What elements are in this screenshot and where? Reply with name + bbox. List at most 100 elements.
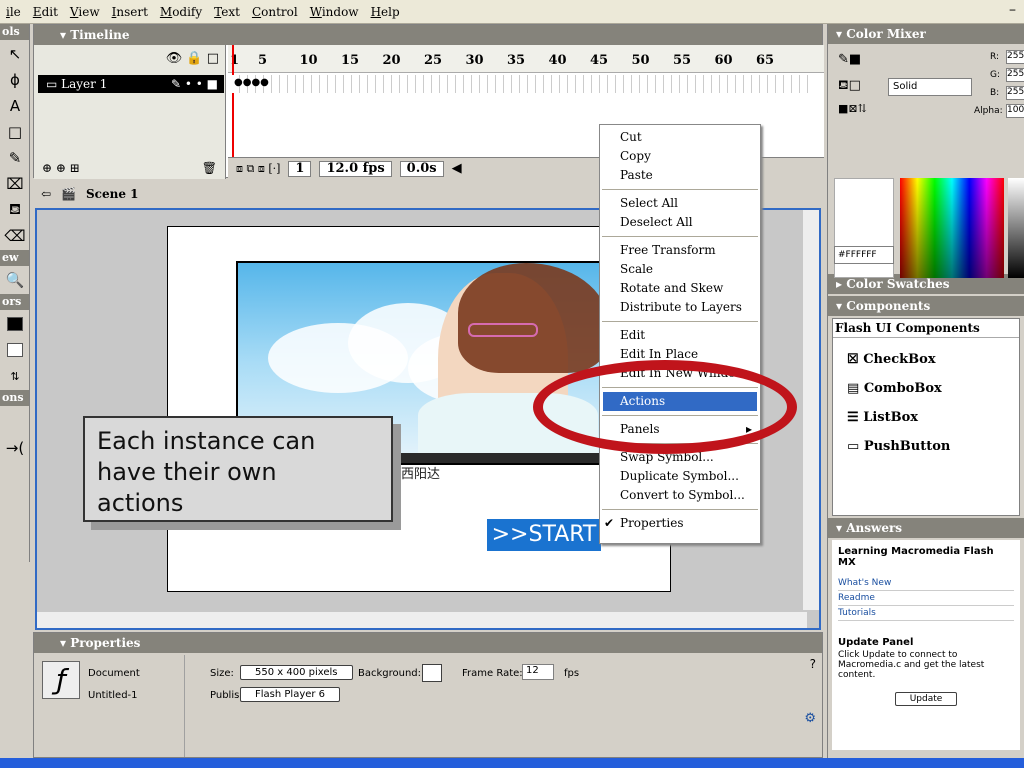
green-value[interactable]: 255 — [1006, 68, 1024, 82]
tools-panel: ols ↖ ϕ A □ ✎ ⌧ ⛾ ⌫ ew 🔍 ors ⇅ ons →( — [0, 24, 30, 562]
context-menu-item-deselect-all[interactable]: Deselect All — [600, 213, 760, 232]
start-button-instance[interactable]: >>START — [487, 519, 601, 551]
context-menu-item-duplicate-symbol[interactable]: Duplicate Symbol... — [600, 467, 760, 486]
components-header[interactable]: ▾ Components — [828, 296, 1024, 316]
stroke-pencil-icon[interactable]: ✎■ — [838, 52, 861, 67]
stage-vertical-scrollbar[interactable] — [803, 210, 819, 610]
frame-cells[interactable] — [232, 75, 812, 93]
menu-file[interactable]: ile — [0, 5, 27, 19]
menu-control[interactable]: Control — [246, 5, 304, 19]
color-swatches-title: Color Swatches — [846, 277, 950, 291]
context-menu-item-scale[interactable]: Scale — [600, 260, 760, 279]
menu-help[interactable]: Help — [365, 5, 406, 19]
component-item[interactable]: ▤ ComboBox — [847, 381, 1019, 396]
components-group[interactable]: Flash UI Components — [833, 319, 1019, 338]
context-menu-item-select-all[interactable]: Select All — [600, 194, 760, 213]
right-panel: ▾ Color Mixer ✎■ ⛾□ Solid ■⊠⇅ R: 255 G: … — [827, 24, 1024, 764]
blue-value[interactable]: 255 — [1006, 86, 1024, 100]
timeline-title[interactable]: ▾ Timeline — [34, 25, 822, 45]
background-label: Background: — [358, 668, 422, 679]
help-icon[interactable]: ? — [810, 657, 816, 671]
menu-view[interactable]: View — [64, 5, 106, 19]
callout-line: Each instance can — [97, 427, 316, 455]
accessibility-icon[interactable]: ⚙ — [804, 711, 816, 726]
answers-link-tutorials[interactable]: Tutorials — [838, 606, 1014, 621]
swap-color-icons[interactable]: ■⊠⇅ — [838, 102, 867, 115]
scene-name[interactable]: Scene 1 — [86, 187, 139, 201]
fill-color-swatch[interactable] — [2, 338, 28, 362]
component-label: PushButton — [863, 439, 951, 454]
menu-insert[interactable]: Insert — [106, 5, 154, 19]
menu-window[interactable]: Window — [304, 5, 365, 19]
checkmark-icon: ✔ — [604, 516, 615, 530]
component-icon: ▤ — [847, 381, 864, 396]
paint-bucket-tool-icon[interactable]: ⛾ — [2, 198, 28, 222]
publish-button[interactable]: Flash Player 6 — [240, 687, 341, 702]
alpha-value[interactable]: 100 — [1006, 104, 1024, 118]
context-menu-item-free-transform[interactable]: Free Transform — [600, 241, 760, 260]
keyframes[interactable]: ●●●● — [234, 77, 269, 91]
layer-row[interactable]: ▭ Layer 1 ✎ • • ■ — [38, 75, 224, 93]
menu-text[interactable]: Text — [208, 5, 246, 19]
brightness-slider[interactable] — [1008, 178, 1024, 278]
component-item[interactable]: ☒ CheckBox — [847, 352, 1019, 367]
background-color-swatch[interactable] — [422, 664, 442, 682]
frame-rate-input[interactable]: 12 — [522, 664, 554, 680]
context-menu-item-convert-to-symbol[interactable]: Convert to Symbol... — [600, 486, 760, 505]
component-item[interactable]: ☰ ListBox — [847, 410, 1019, 425]
timeline-title-text: Timeline — [70, 28, 130, 42]
answers-link-whats-new[interactable]: What's New — [838, 576, 1014, 591]
fps-unit: fps — [564, 668, 580, 679]
windows-taskbar — [0, 758, 1024, 768]
answers-link-readme[interactable]: Readme — [838, 591, 1014, 606]
size-button[interactable]: 550 x 400 pixels — [240, 665, 353, 680]
eraser-tool-icon[interactable]: ⌫ — [2, 224, 28, 248]
swap-colors-icon[interactable]: ⇅ — [2, 364, 28, 388]
callout-line: have their own — [97, 458, 277, 486]
color-spectrum[interactable] — [900, 178, 1004, 278]
ruler-label: 35 — [507, 53, 526, 68]
rectangle-tool-icon[interactable]: □ — [2, 120, 28, 144]
fill-bucket-icon[interactable]: ⛾□ — [838, 78, 861, 95]
context-menu-item-cut[interactable]: Cut — [600, 128, 760, 147]
context-menu-item-edit[interactable]: Edit — [600, 326, 760, 345]
text-tool-icon[interactable]: A — [2, 94, 28, 118]
stage-horizontal-scrollbar[interactable] — [37, 612, 807, 628]
component-item[interactable]: ▭ PushButton — [847, 439, 1019, 454]
option-icon[interactable]: →( — [2, 436, 28, 460]
properties-header[interactable]: ▾ Properties — [34, 633, 822, 653]
back-arrow-icon[interactable]: ⇦ — [41, 187, 51, 201]
add-layer-icon[interactable]: ⊕ ⊕ ⊞ — [42, 161, 80, 175]
delete-layer-icon[interactable]: 🗑 — [202, 161, 217, 175]
color-mixer-header[interactable]: ▾ Color Mixer — [828, 24, 1024, 44]
frame-rate-display[interactable]: 12.0 fps — [319, 160, 392, 177]
fill-transform-tool-icon[interactable]: ⌧ — [2, 172, 28, 196]
flash-document-icon: ƒ — [42, 661, 80, 699]
minimize-button[interactable]: – — [1009, 2, 1016, 18]
components-items: ☒ CheckBox ▤ ComboBox ☰ ListBox ▭ PushButto… — [833, 338, 1019, 454]
ruler-label: 15 — [341, 53, 360, 68]
zoom-tool-icon[interactable]: 🔍 — [2, 268, 28, 292]
menu-edit[interactable]: Edit — [27, 5, 64, 19]
timeline-scroll-left[interactable]: ◀ — [452, 161, 462, 176]
fill-style-select[interactable]: Solid — [888, 78, 972, 96]
onion-skin-icons[interactable]: ⧈ ⧉ ⧈ [·] — [236, 162, 280, 176]
update-button[interactable]: Update — [894, 692, 958, 706]
context-menu-item-paste[interactable]: Paste — [600, 166, 760, 185]
size-label: Size: — [210, 668, 234, 679]
colors-section-label: ors — [0, 294, 29, 310]
layer-visibility-icons[interactable]: 👁 🔒 □ — [166, 51, 219, 66]
context-menu-item-copy[interactable]: Copy — [600, 147, 760, 166]
context-menu-item-properties[interactable]: Properties ✔ — [600, 514, 760, 533]
context-menu-item-rotate-and-skew[interactable]: Rotate and Skew — [600, 279, 760, 298]
arrow-tool-icon[interactable]: ↖ — [2, 42, 28, 66]
hex-value-field[interactable]: #FFFFFF — [834, 246, 894, 264]
playhead[interactable] — [232, 45, 234, 157]
context-menu-item-distribute-to-layers[interactable]: Distribute to Layers — [600, 298, 760, 317]
lasso-tool-icon[interactable]: ϕ — [2, 68, 28, 92]
menu-modify[interactable]: Modify — [154, 5, 208, 19]
answers-header[interactable]: ▾ Answers — [828, 518, 1024, 538]
brush-tool-icon[interactable]: ✎ — [2, 146, 28, 170]
stroke-color-swatch[interactable] — [2, 312, 28, 336]
red-value[interactable]: 255 — [1006, 50, 1024, 64]
